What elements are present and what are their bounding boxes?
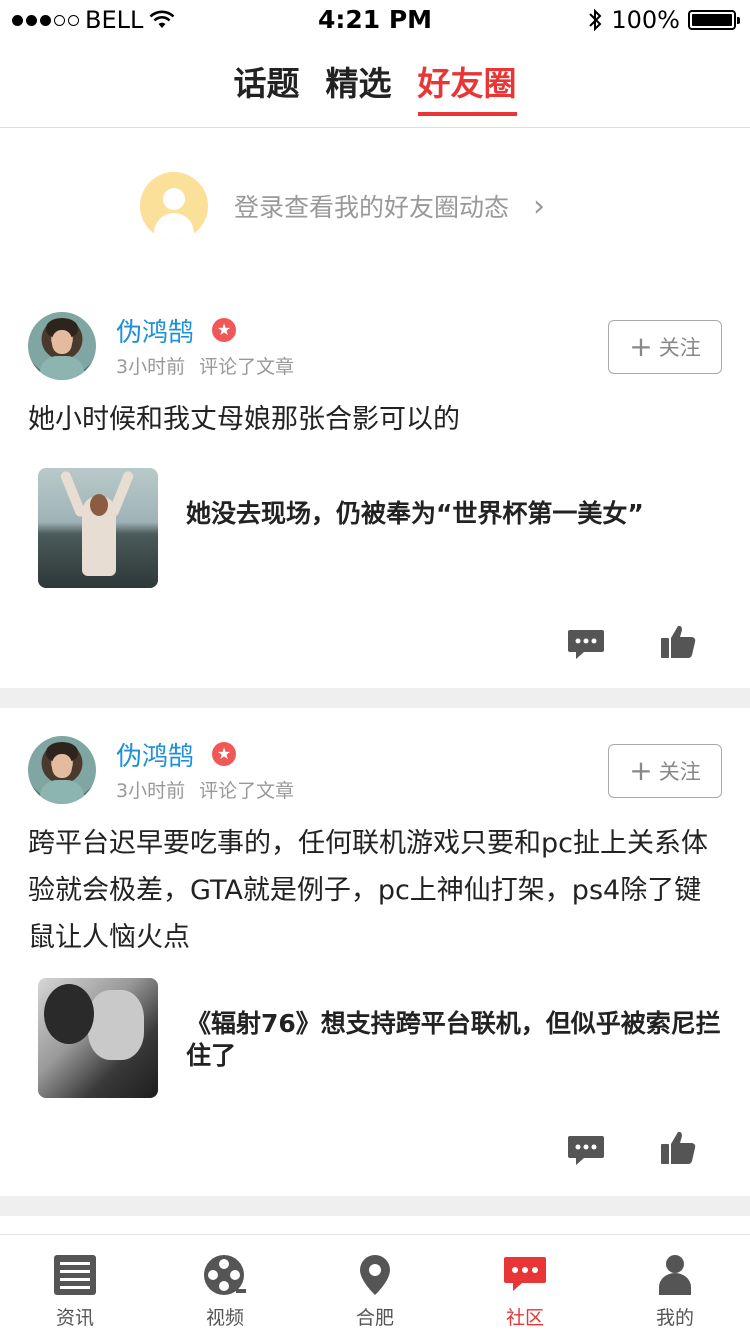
news-icon (54, 1255, 96, 1295)
status-bar: BELL 4:21 PM 100% (0, 0, 750, 40)
like-icon[interactable] (658, 622, 698, 662)
chat-bubble-icon (504, 1257, 546, 1291)
top-tabs: 话题 精选 好友圈 (0, 56, 750, 128)
login-prompt[interactable]: 登录查看我的好友圈动态 › (140, 170, 545, 242)
login-prompt-text: 登录查看我的好友圈动态 (234, 193, 510, 222)
tab-hefei[interactable]: 合肥 (300, 1235, 450, 1334)
post-action: 评论了文章 (199, 356, 295, 378)
post-text: 跨平台迟早要吃事的，任何联机游戏只要和pc扯上关系体验就会极差，GTA就是例子，… (28, 828, 708, 953)
post-time: 3小时前 (116, 780, 186, 802)
tab-me[interactable]: 我的 (600, 1235, 750, 1334)
article-title: 《辐射76》想支持跨平台联机，但似乎被索尼拦住了 (186, 1009, 721, 1070)
battery-percent: 100% (611, 6, 680, 34)
person-icon (659, 1255, 691, 1295)
post-separator (0, 688, 750, 708)
post-meta: 3小时前 评论了文章 (116, 776, 294, 803)
chevron-right-icon: › (533, 188, 546, 224)
post-time: 3小时前 (116, 356, 186, 378)
tab-label: 社区 (505, 1307, 544, 1329)
tab-label: 合肥 (355, 1307, 394, 1329)
location-pin-icon (360, 1255, 390, 1295)
tab-label: 视频 (205, 1307, 244, 1329)
tab-topics[interactable]: 话题 (234, 56, 300, 114)
comment-icon[interactable] (566, 624, 606, 664)
default-avatar-icon (140, 172, 208, 240)
post-action: 评论了文章 (199, 780, 295, 802)
follow-label: 关注 (658, 336, 701, 360)
username[interactable]: 伪鸿鹄 (116, 736, 194, 773)
linked-article[interactable]: 她没去现场，仍被奉为“世界杯第一美女” (38, 468, 718, 590)
battery-icon (688, 10, 740, 30)
film-reel-icon (204, 1255, 246, 1295)
tab-friends-circle[interactable]: 好友圈 (417, 56, 517, 116)
follow-button[interactable]: + 关注 (608, 320, 722, 374)
article-thumbnail (38, 468, 158, 588)
post-text: 她小时候和我丈母娘那张合影可以的 (28, 404, 460, 435)
vip-badge-icon: ★ (212, 318, 236, 342)
follow-button[interactable]: + 关注 (608, 744, 722, 798)
like-icon[interactable] (658, 1128, 698, 1168)
tab-label: 我的 (655, 1307, 694, 1329)
avatar[interactable] (28, 736, 96, 804)
bluetooth-icon (589, 8, 602, 32)
plus-icon: + (629, 754, 653, 787)
tab-label: 资讯 (55, 1307, 94, 1329)
tab-news[interactable]: 资讯 (0, 1235, 150, 1334)
article-title: 她没去现场，仍被奉为“世界杯第一美女” (186, 499, 644, 528)
avatar[interactable] (28, 312, 96, 380)
vip-badge-icon: ★ (212, 742, 236, 766)
username[interactable]: 伪鸿鹄 (116, 312, 194, 349)
tab-video[interactable]: 视频 (150, 1235, 300, 1334)
tab-featured[interactable]: 精选 (326, 56, 392, 114)
comment-icon[interactable] (566, 1130, 606, 1170)
follow-label: 关注 (658, 760, 701, 784)
linked-article[interactable]: 《辐射76》想支持跨平台联机，但似乎被索尼拦住了 (38, 978, 721, 1100)
post-meta: 3小时前 评论了文章 (116, 352, 294, 379)
bottom-tab-bar: 资讯 视频 合肥 社区 我的 (0, 1234, 750, 1334)
header-divider (0, 127, 750, 128)
tab-community[interactable]: 社区 (450, 1235, 600, 1334)
post-separator (0, 1196, 750, 1216)
article-thumbnail (38, 978, 158, 1098)
status-right: 100% (587, 6, 740, 34)
plus-icon: + (629, 330, 653, 363)
screen: BELL 4:21 PM 100% 话题 精选 好友圈 登录查看我的好友圈动态 … (0, 0, 750, 1334)
